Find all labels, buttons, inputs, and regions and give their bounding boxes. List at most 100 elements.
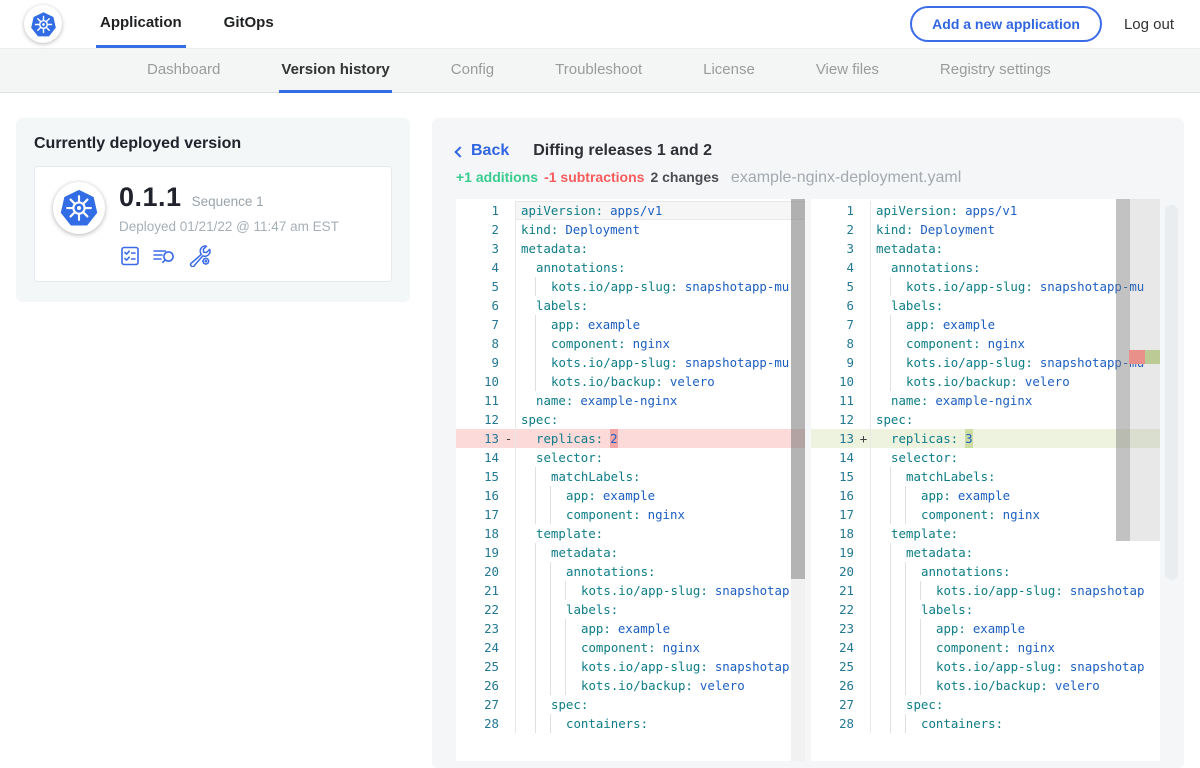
back-button[interactable]: Back: [456, 142, 509, 160]
scrollbar-thumb[interactable]: [1116, 199, 1130, 541]
top-nav-tabs: Application GitOps: [96, 0, 278, 48]
diff-line: 10kots.io/backup:velero: [811, 372, 1160, 391]
currently-deployed-card: Currently deployed version 0.1.1 Sequenc…: [16, 118, 410, 302]
diff-line: 21kots.io/app-slug:snapshotap: [811, 581, 1160, 600]
scrollbar-thumb[interactable]: [791, 199, 805, 579]
top-nav: Application GitOps Add a new application…: [0, 0, 1200, 48]
diff-line: 16app:example: [811, 486, 1160, 505]
additions-count: +1 additions: [456, 169, 538, 185]
diff-line: 27spec:: [456, 695, 805, 714]
diff-line: 14selector:: [811, 448, 1160, 467]
diff-line: 18template:: [456, 524, 805, 543]
minimap-added-mark: [1145, 350, 1160, 364]
tab-registry-settings[interactable]: Registry settings: [938, 49, 1053, 93]
diff-line: 25kots.io/app-slug:snapshotap: [456, 657, 805, 676]
diff-overview-minimap[interactable]: [1130, 199, 1160, 541]
view-diff-icon[interactable]: [152, 245, 177, 267]
diff-filename: example-nginx-deployment.yaml: [731, 169, 961, 187]
diff-line: 12spec:: [456, 410, 805, 429]
diff-line: 18template:: [811, 524, 1160, 543]
diff-pane-after: 1apiVersion:apps/v12kind:Deployment3meta…: [811, 199, 1160, 761]
kubernetes-helm-icon: [30, 11, 57, 38]
tab-license[interactable]: License: [701, 49, 757, 93]
diff-line: 28containers:: [811, 714, 1160, 733]
diff-line: 6labels:: [811, 296, 1160, 315]
diff-line: 15matchLabels:: [811, 467, 1160, 486]
diff-line: 19metadata:: [456, 543, 805, 562]
diff-line: 24component:nginx: [811, 638, 1160, 657]
diff-line: 26kots.io/backup:velero: [456, 676, 805, 695]
diff-line: 23app:example: [456, 619, 805, 638]
diff-line: 16app:example: [456, 486, 805, 505]
config-wrench-gear-icon[interactable]: [188, 244, 212, 267]
diff-stats: +1 additions -1 subtractions 2 changes e…: [456, 169, 1160, 187]
diff-line: 22labels:: [456, 600, 805, 619]
subtractions-count: -1 subtractions: [544, 169, 644, 185]
diff-pane-before: 1apiVersion:apps/v12kind:Deployment3meta…: [456, 199, 805, 761]
tab-dashboard[interactable]: Dashboard: [145, 49, 222, 93]
deployed-version-tile: 0.1.1 Sequence 1 Deployed 01/21/22 @ 11:…: [34, 166, 392, 282]
kubernetes-logo: [24, 5, 62, 43]
diff-line: 5kots.io/app-slug:snapshotapp-mu: [456, 277, 805, 296]
diff-line: 3metadata:: [811, 239, 1160, 258]
diff-line: 21kots.io/app-slug:snapshotap: [456, 581, 805, 600]
sequence-label: Sequence 1: [192, 194, 264, 209]
diff-line: 1apiVersion:apps/v1: [456, 201, 805, 220]
panel-scrollbar-thumb[interactable]: [1165, 205, 1178, 580]
diff-title: Diffing releases 1 and 2: [533, 142, 712, 160]
diff-line: 2kind:Deployment: [456, 220, 805, 239]
logout-link[interactable]: Log out: [1124, 16, 1174, 33]
diff-line: 9kots.io/app-slug:snapshotapp-mu: [456, 353, 805, 372]
minimap-removed-mark: [1129, 350, 1145, 364]
tab-config[interactable]: Config: [449, 49, 496, 93]
diff-line: 28containers:: [456, 714, 805, 733]
diff-line: 2kind:Deployment: [811, 220, 1160, 239]
diff-line: 11name:example-nginx: [456, 391, 805, 410]
diff-line: 25kots.io/app-slug:snapshotap: [811, 657, 1160, 676]
diff-line: 7app:example: [456, 315, 805, 334]
diff-line: 5kots.io/app-slug:snapshotapp-mu: [811, 277, 1160, 296]
tab-application[interactable]: Application: [96, 0, 186, 48]
diff-line: 4annotations:: [811, 258, 1160, 277]
deployed-card-title: Currently deployed version: [34, 135, 392, 153]
app-kubernetes-logo: [53, 182, 105, 234]
tab-gitops[interactable]: GitOps: [220, 0, 278, 48]
tab-version-history[interactable]: Version history: [279, 49, 391, 93]
diff-line: 4annotations:: [456, 258, 805, 277]
chevron-left-icon: [454, 146, 465, 157]
diff-panel: Back Diffing releases 1 and 2 +1 additio…: [432, 118, 1184, 768]
diff-line: 1apiVersion:apps/v1: [811, 201, 1160, 220]
diff-line: 17component:nginx: [456, 505, 805, 524]
diff-line: 14selector:: [456, 448, 805, 467]
changes-count: 2 changes: [650, 169, 718, 185]
tab-troubleshoot[interactable]: Troubleshoot: [553, 49, 644, 93]
diff-line: 24component:nginx: [456, 638, 805, 657]
diff-line: 27spec:: [811, 695, 1160, 714]
release-notes-icon[interactable]: [119, 245, 141, 267]
diff-line: 7app:example: [811, 315, 1160, 334]
diff-line: 15matchLabels:: [456, 467, 805, 486]
diff-line: 13+replicas:3: [811, 429, 1160, 448]
diff-line: 22labels:: [811, 600, 1160, 619]
diff-line: 26kots.io/backup:velero: [811, 676, 1160, 695]
diff-line: 11name:example-nginx: [811, 391, 1160, 410]
diff-line: 6labels:: [456, 296, 805, 315]
diff-line: 9kots.io/app-slug:snapshotapp-mu: [811, 353, 1160, 372]
version-number: 0.1.1: [119, 182, 182, 213]
deployed-timestamp: Deployed 01/21/22 @ 11:47 am EST: [119, 219, 339, 234]
add-new-application-button[interactable]: Add a new application: [910, 6, 1102, 42]
diff-line: 23app:example: [811, 619, 1160, 638]
diff-line: 8component:nginx: [456, 334, 805, 353]
diff-line: 12spec:: [811, 410, 1160, 429]
diff-line: 10kots.io/backup:velero: [456, 372, 805, 391]
diff-line: 20annotations:: [811, 562, 1160, 581]
diff-line: 17component:nginx: [811, 505, 1160, 524]
diff-line: 20annotations:: [456, 562, 805, 581]
diff-line: 19metadata:: [811, 543, 1160, 562]
tab-view-files[interactable]: View files: [814, 49, 881, 93]
diff-line: 13-replicas:2: [456, 429, 805, 448]
app-sub-nav: Dashboard Version history Config Trouble…: [0, 48, 1200, 93]
diff-line: 8component:nginx: [811, 334, 1160, 353]
diff-line: 3metadata:: [456, 239, 805, 258]
kubernetes-helm-icon: [59, 188, 99, 228]
